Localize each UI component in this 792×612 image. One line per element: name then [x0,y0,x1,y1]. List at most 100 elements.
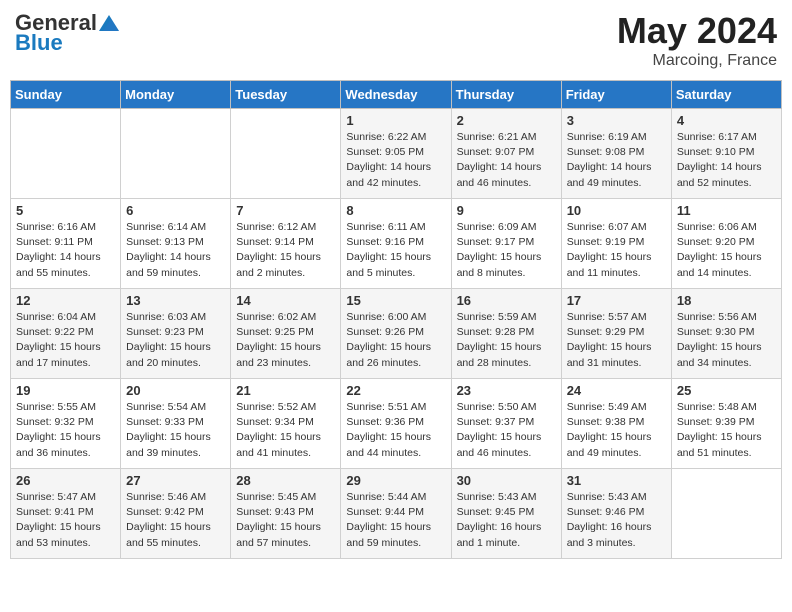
calendar-cell: 13Sunrise: 6:03 AM Sunset: 9:23 PM Dayli… [121,289,231,379]
day-info: Sunrise: 6:12 AM Sunset: 9:14 PM Dayligh… [236,220,335,281]
day-number: 5 [16,203,115,218]
calendar-cell: 30 Sunrise: 5:43 AM Sunset: 9:45 PM Dayli… [451,469,561,559]
day-info: Sunrise: 5:43 AM Sunset: 9:46 PM Dayligh… [567,490,666,551]
calendar-cell: 21 Sunrise: 5:52 AM Sunset: 9:34 PM Dayli… [231,379,341,469]
day-info: Sunrise: 5:52 AM Sunset: 9:34 PM Dayligh… [236,400,335,461]
day-info: Sunrise: 5:56 AM Sunset: 9:30 PM Dayligh… [677,310,776,371]
calendar-header-monday: Monday [121,81,231,109]
day-number: 10 [567,203,666,218]
day-info: Sunrise: 5:55 AM Sunset: 9:32 PM Dayligh… [16,400,115,461]
calendar-cell: 23Sunrise: 5:50 AM Sunset: 9:37 PM Dayli… [451,379,561,469]
calendar-table: SundayMondayTuesdayWednesdayThursdayFrid… [10,80,782,559]
calendar-cell: 31 Sunrise: 5:43 AM Sunset: 9:46 PM Dayli… [561,469,671,559]
day-info: Sunrise: 5:49 AM Sunset: 9:38 PM Dayligh… [567,400,666,461]
day-number: 12 [16,293,115,308]
month-year-title: May 2024 [617,10,777,52]
day-info: Sunrise: 6:03 AM Sunset: 9:23 PM Dayligh… [126,310,225,371]
calendar-header-sunday: Sunday [11,81,121,109]
day-number: 30 [457,473,556,488]
calendar-week-row: 12 Sunrise: 6:04 AM Sunset: 9:22 PM Dayli… [11,289,782,379]
day-info: Sunrise: 5:43 AM Sunset: 9:45 PM Dayligh… [457,490,556,551]
day-info: Sunrise: 6:21 AM Sunset: 9:07 PM Dayligh… [457,130,556,191]
day-info: Sunrise: 6:04 AM Sunset: 9:22 PM Dayligh… [16,310,115,371]
day-number: 8 [346,203,445,218]
day-info: Sunrise: 5:48 AM Sunset: 9:39 PM Dayligh… [677,400,776,461]
day-number: 27 [126,473,225,488]
calendar-header-thursday: Thursday [451,81,561,109]
location-subtitle: Marcoing, France [617,52,777,70]
day-number: 25 [677,383,776,398]
day-number: 17 [567,293,666,308]
logo: General Blue [15,10,119,56]
calendar-week-row: 1Sunrise: 6:22 AM Sunset: 9:05 PM Daylig… [11,109,782,199]
day-info: Sunrise: 6:14 AM Sunset: 9:13 PM Dayligh… [126,220,225,281]
logo-icon [99,13,119,33]
day-info: Sunrise: 5:54 AM Sunset: 9:33 PM Dayligh… [126,400,225,461]
calendar-cell: 24Sunrise: 5:49 AM Sunset: 9:38 PM Dayli… [561,379,671,469]
day-number: 11 [677,203,776,218]
calendar-cell [121,109,231,199]
title-block: May 2024 Marcoing, France [617,10,777,70]
calendar-cell: 5 Sunrise: 6:16 AM Sunset: 9:11 PM Daylig… [11,199,121,289]
calendar-header-row: SundayMondayTuesdayWednesdayThursdayFrid… [11,81,782,109]
calendar-cell: 27 Sunrise: 5:46 AM Sunset: 9:42 PM Dayli… [121,469,231,559]
day-number: 3 [567,113,666,128]
calendar-cell: 4 Sunrise: 6:17 AM Sunset: 9:10 PM Daylig… [671,109,781,199]
calendar-cell: 9Sunrise: 6:09 AM Sunset: 9:17 PM Daylig… [451,199,561,289]
day-info: Sunrise: 6:00 AM Sunset: 9:26 PM Dayligh… [346,310,445,371]
day-info: Sunrise: 5:59 AM Sunset: 9:28 PM Dayligh… [457,310,556,371]
logo-blue-text: Blue [15,30,63,56]
calendar-cell: 29Sunrise: 5:44 AM Sunset: 9:44 PM Dayli… [341,469,451,559]
calendar-cell: 28 Sunrise: 5:45 AM Sunset: 9:43 PM Dayli… [231,469,341,559]
day-number: 15 [346,293,445,308]
calendar-week-row: 19Sunrise: 5:55 AM Sunset: 9:32 PM Dayli… [11,379,782,469]
calendar-header-saturday: Saturday [671,81,781,109]
calendar-cell: 7 Sunrise: 6:12 AM Sunset: 9:14 PM Daylig… [231,199,341,289]
day-number: 4 [677,113,776,128]
day-number: 26 [16,473,115,488]
calendar-cell: 2Sunrise: 6:21 AM Sunset: 9:07 PM Daylig… [451,109,561,199]
calendar-cell [231,109,341,199]
calendar-cell: 15 Sunrise: 6:00 AM Sunset: 9:26 PM Dayli… [341,289,451,379]
calendar-cell: 12 Sunrise: 6:04 AM Sunset: 9:22 PM Dayli… [11,289,121,379]
day-info: Sunrise: 6:09 AM Sunset: 9:17 PM Dayligh… [457,220,556,281]
day-info: Sunrise: 6:11 AM Sunset: 9:16 PM Dayligh… [346,220,445,281]
day-number: 7 [236,203,335,218]
calendar-cell: 17Sunrise: 5:57 AM Sunset: 9:29 PM Dayli… [561,289,671,379]
day-info: Sunrise: 6:07 AM Sunset: 9:19 PM Dayligh… [567,220,666,281]
day-number: 6 [126,203,225,218]
day-number: 18 [677,293,776,308]
day-info: Sunrise: 5:45 AM Sunset: 9:43 PM Dayligh… [236,490,335,551]
calendar-cell: 20Sunrise: 5:54 AM Sunset: 9:33 PM Dayli… [121,379,231,469]
calendar-cell: 8 Sunrise: 6:11 AM Sunset: 9:16 PM Daylig… [341,199,451,289]
calendar-cell: 10 Sunrise: 6:07 AM Sunset: 9:19 PM Dayli… [561,199,671,289]
calendar-cell: 26 Sunrise: 5:47 AM Sunset: 9:41 PM Dayli… [11,469,121,559]
calendar-cell: 6 Sunrise: 6:14 AM Sunset: 9:13 PM Daylig… [121,199,231,289]
day-number: 14 [236,293,335,308]
calendar-cell: 19Sunrise: 5:55 AM Sunset: 9:32 PM Dayli… [11,379,121,469]
calendar-cell: 14Sunrise: 6:02 AM Sunset: 9:25 PM Dayli… [231,289,341,379]
day-number: 1 [346,113,445,128]
day-info: Sunrise: 5:47 AM Sunset: 9:41 PM Dayligh… [16,490,115,551]
calendar-week-row: 26 Sunrise: 5:47 AM Sunset: 9:41 PM Dayli… [11,469,782,559]
calendar-header-friday: Friday [561,81,671,109]
calendar-cell: 16Sunrise: 5:59 AM Sunset: 9:28 PM Dayli… [451,289,561,379]
day-number: 23 [457,383,556,398]
day-info: Sunrise: 6:17 AM Sunset: 9:10 PM Dayligh… [677,130,776,191]
calendar-cell: 11Sunrise: 6:06 AM Sunset: 9:20 PM Dayli… [671,199,781,289]
day-number: 21 [236,383,335,398]
calendar-cell [671,469,781,559]
calendar-header-wednesday: Wednesday [341,81,451,109]
calendar-week-row: 5 Sunrise: 6:16 AM Sunset: 9:11 PM Daylig… [11,199,782,289]
day-info: Sunrise: 6:16 AM Sunset: 9:11 PM Dayligh… [16,220,115,281]
page-header: General Blue May 2024 Marcoing, France [10,10,782,70]
day-number: 28 [236,473,335,488]
day-number: 22 [346,383,445,398]
day-info: Sunrise: 5:46 AM Sunset: 9:42 PM Dayligh… [126,490,225,551]
calendar-cell: 1Sunrise: 6:22 AM Sunset: 9:05 PM Daylig… [341,109,451,199]
day-number: 31 [567,473,666,488]
calendar-cell: 22 Sunrise: 5:51 AM Sunset: 9:36 PM Dayli… [341,379,451,469]
day-info: Sunrise: 5:44 AM Sunset: 9:44 PM Dayligh… [346,490,445,551]
calendar-cell: 25 Sunrise: 5:48 AM Sunset: 9:39 PM Dayli… [671,379,781,469]
day-info: Sunrise: 5:51 AM Sunset: 9:36 PM Dayligh… [346,400,445,461]
